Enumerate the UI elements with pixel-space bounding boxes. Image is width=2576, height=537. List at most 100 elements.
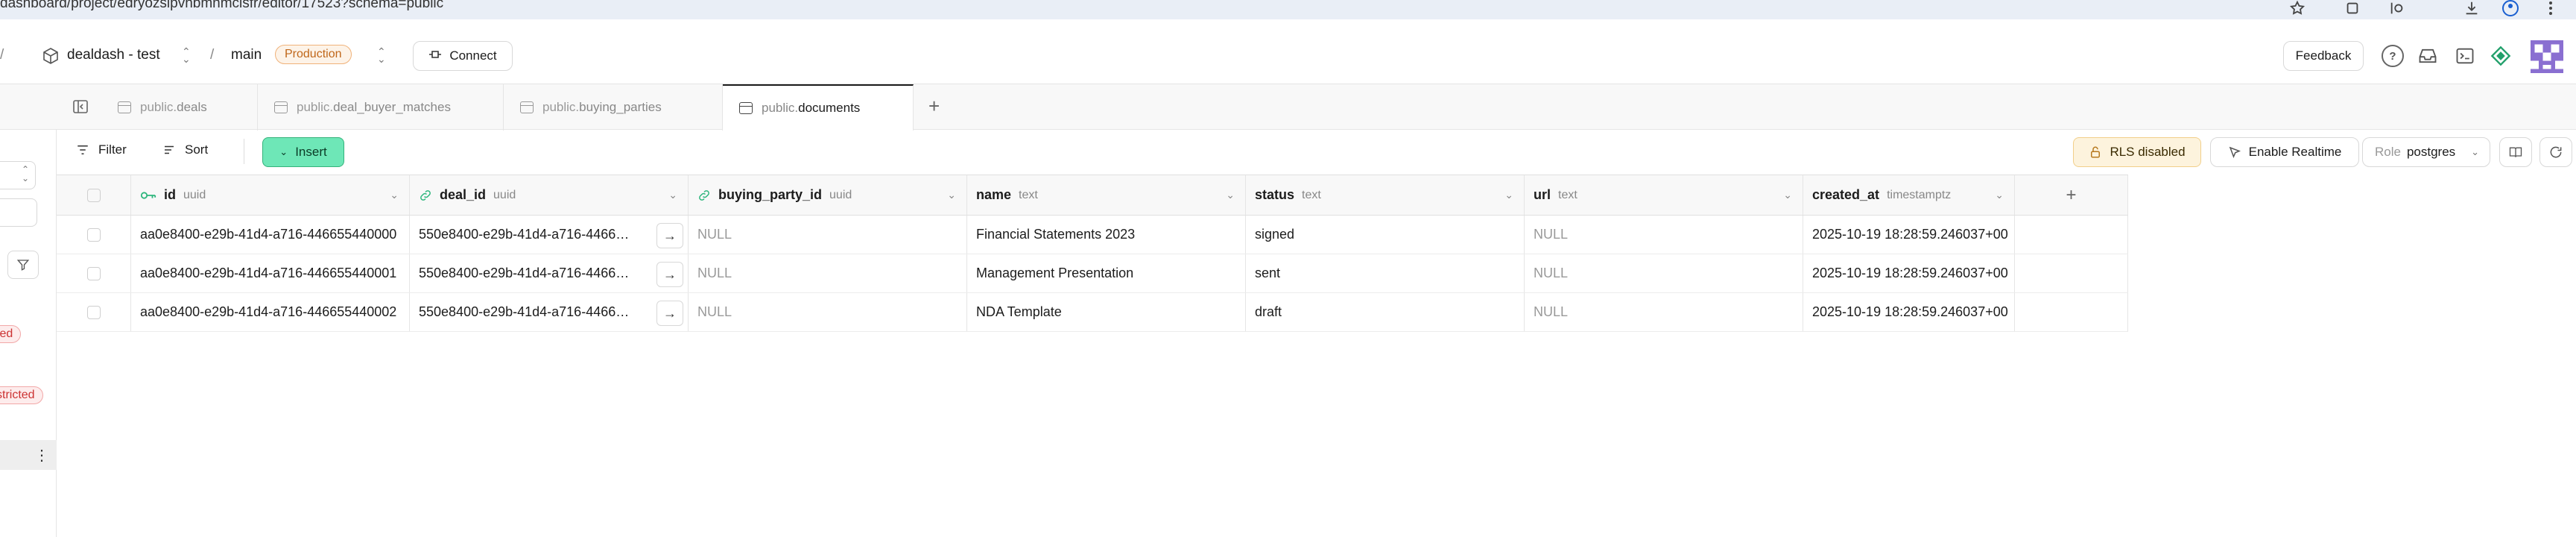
cell-url[interactable]: NULL	[1525, 293, 1803, 331]
link-icon	[420, 189, 431, 201]
refresh-button[interactable]	[2539, 137, 2572, 167]
cell-buying-party-id[interactable]: NULL	[689, 293, 967, 331]
sidebar-selected-row[interactable]: ⋮	[0, 440, 57, 470]
role-prefix: Role	[2375, 145, 2401, 159]
row-checkbox[interactable]	[86, 227, 101, 242]
column-header-created-at[interactable]: created_at timestamptz ⌄	[1803, 175, 2015, 215]
inbox-icon[interactable]	[2417, 45, 2438, 70]
cell-status[interactable]: draft	[1246, 293, 1525, 331]
cell-created-at[interactable]: 2025-10-19 18:28:59.246037+00	[1803, 216, 2015, 254]
filter-label: Filter	[98, 142, 127, 157]
column-header-name[interactable]: name text ⌄	[967, 175, 1246, 215]
table-status-badge: ted	[0, 325, 22, 343]
tab-deals[interactable]: public. deals	[101, 84, 258, 131]
cell-url[interactable]: NULL	[1525, 254, 1803, 292]
cell-name[interactable]: Management Presentation	[967, 254, 1246, 292]
chevron-down-icon[interactable]: ⌄	[1226, 189, 1235, 201]
cell-deal-id[interactable]: 550e8400-e29b-41d4-a716-4466… →	[410, 254, 689, 292]
search-tab-icon[interactable]	[2387, 0, 2407, 18]
table-row[interactable]: aa0e8400-e29b-41d4-a716-446655440001 550…	[57, 254, 2128, 293]
chevron-down-icon[interactable]: ⌄	[668, 189, 677, 201]
cell-buying-party-id[interactable]: NULL	[689, 254, 967, 292]
row-checkbox[interactable]	[86, 266, 101, 280]
cell-status[interactable]: signed	[1246, 216, 1525, 254]
user-avatar[interactable]	[2531, 40, 2563, 77]
cell-deal-id[interactable]: 550e8400-e29b-41d4-a716-4466… →	[410, 216, 689, 254]
account-icon[interactable]	[2501, 0, 2520, 18]
cell-name[interactable]: NDA Template	[967, 293, 1246, 331]
cell-id[interactable]: aa0e8400-e29b-41d4-a716-446655440000	[131, 216, 410, 254]
insert-button[interactable]: ⌄ Insert	[262, 137, 344, 167]
connect-button[interactable]: Connect	[413, 41, 513, 71]
toggle-sidebar-icon[interactable]	[72, 98, 89, 119]
help-icon[interactable]: ?	[2382, 45, 2404, 67]
open-reference-arrow-icon[interactable]: →	[656, 262, 683, 287]
cell-created-at[interactable]: 2025-10-19 18:28:59.246037+00	[1803, 293, 2015, 331]
cell-buying-party-id[interactable]: NULL	[689, 216, 967, 254]
terminal-icon[interactable]	[2455, 45, 2475, 70]
tab-documents[interactable]: public. documents	[723, 84, 914, 131]
tab-schema: public.	[542, 100, 580, 114]
row-checkbox[interactable]	[86, 305, 101, 319]
cell-id[interactable]: aa0e8400-e29b-41d4-a716-446655440002	[131, 293, 410, 331]
feedback-button[interactable]: Feedback	[2283, 41, 2364, 71]
cell-created-at[interactable]: 2025-10-19 18:28:59.246037+00	[1803, 254, 2015, 292]
search-tables-input[interactable]	[0, 198, 37, 227]
refresh-icon	[2550, 146, 2562, 158]
cell-id[interactable]: aa0e8400-e29b-41d4-a716-446655440001	[131, 254, 410, 292]
chevron-down-icon[interactable]: ⌄	[1995, 189, 2004, 201]
project-name[interactable]: dealdash - test	[67, 47, 160, 63]
project-switch-chevron-icon[interactable]: ⌃ ⌄	[182, 46, 191, 64]
chevron-down-icon[interactable]: ⌄	[1504, 189, 1513, 201]
new-tab-button[interactable]: +	[928, 95, 940, 118]
tab-buying-parties[interactable]: public. buying_parties	[504, 84, 723, 131]
chevron-down-icon[interactable]: ⌄	[390, 189, 399, 201]
column-header-buying-party-id[interactable]: buying_party_id uuid ⌄	[689, 175, 967, 215]
add-column-button[interactable]: +	[2015, 175, 2128, 215]
rls-disabled-button[interactable]: RLS disabled	[2073, 137, 2201, 167]
open-reference-arrow-icon[interactable]: →	[656, 223, 683, 248]
cell-status[interactable]: sent	[1246, 254, 1525, 292]
cell-url[interactable]: NULL	[1525, 216, 1803, 254]
column-name: status	[1255, 187, 1295, 202]
table-row[interactable]: aa0e8400-e29b-41d4-a716-446655440000 550…	[57, 216, 2128, 254]
bookmark-star-icon[interactable]	[2288, 0, 2307, 18]
table-row[interactable]: aa0e8400-e29b-41d4-a716-446655440002 550…	[57, 293, 2128, 332]
column-type: uuid	[493, 188, 516, 201]
column-type: timestamptz	[1887, 188, 1952, 201]
branch-switch-chevron-icon[interactable]: ⌃ ⌄	[377, 46, 386, 64]
realtime-label: Enable Realtime	[2248, 145, 2342, 159]
select-all-checkbox[interactable]	[86, 188, 101, 202]
tab-label: buying_parties	[579, 100, 662, 114]
advisor-diamond-icon[interactable]	[2490, 45, 2511, 70]
grid-toolbar: Filter Sort ⌄ Insert RLS disabled Enable…	[0, 130, 2576, 175]
column-header-url[interactable]: url text ⌄	[1525, 175, 1803, 215]
column-header-deal-id[interactable]: deal_id uuid ⌄	[410, 175, 689, 215]
sort-button[interactable]: Sort	[162, 142, 208, 157]
column-header-status[interactable]: status text ⌄	[1246, 175, 1525, 215]
tab-deal-buyer-matches[interactable]: public. deal_buyer_matches	[258, 84, 504, 131]
role-select[interactable]: Role postgres ⌄	[2362, 137, 2490, 167]
open-reference-arrow-icon[interactable]: →	[656, 301, 683, 326]
chevron-down-icon[interactable]: ⌄	[1783, 189, 1792, 201]
more-options-icon[interactable]: ⋮	[34, 446, 49, 465]
project-cube-icon	[42, 47, 60, 69]
column-header-id[interactable]: id uuid ⌄	[131, 175, 410, 215]
browser-url-bar[interactable]: dashboard/project/edryozslpvhbmnmcisfr/e…	[0, 0, 2576, 19]
filter-tables-button[interactable]	[7, 251, 39, 279]
cell-empty	[2015, 216, 2128, 254]
extensions-icon[interactable]	[2343, 0, 2362, 18]
filter-button[interactable]: Filter	[76, 142, 127, 157]
cell-name[interactable]: Financial Statements 2023	[967, 216, 1246, 254]
definition-toggle-button[interactable]	[2499, 137, 2532, 167]
chevron-down-icon[interactable]: ⌄	[947, 189, 956, 201]
branch-name[interactable]: main	[231, 47, 262, 63]
cell-deal-id[interactable]: 550e8400-e29b-41d4-a716-4466… →	[410, 293, 689, 331]
url-text[interactable]: dashboard/project/edryozslpvhbmnmcisfr/e…	[0, 0, 443, 12]
download-icon[interactable]	[2462, 0, 2481, 18]
table-icon	[739, 102, 753, 114]
browser-menu-icon[interactable]	[2541, 0, 2560, 18]
rls-label: RLS disabled	[2110, 145, 2186, 159]
select-all-cell	[57, 175, 131, 215]
enable-realtime-button[interactable]: Enable Realtime	[2210, 137, 2359, 167]
